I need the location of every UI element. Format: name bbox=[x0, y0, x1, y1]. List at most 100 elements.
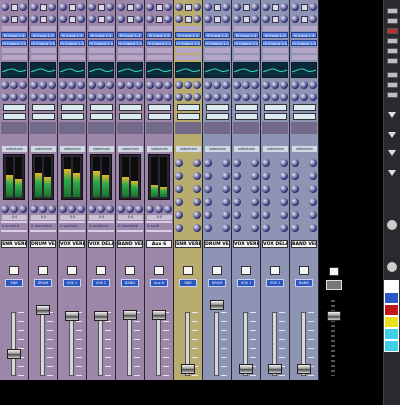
knob-icon[interactable] bbox=[30, 81, 38, 89]
eq-display[interactable] bbox=[117, 62, 143, 78]
channel-name[interactable]: VOX DELAY bbox=[262, 240, 288, 248]
comment-field[interactable] bbox=[118, 48, 143, 53]
knob-icon[interactable] bbox=[48, 15, 56, 23]
knob-icon[interactable] bbox=[59, 205, 67, 213]
knob-icon[interactable] bbox=[233, 93, 241, 101]
eq-display[interactable] bbox=[1, 62, 27, 78]
eq-display[interactable] bbox=[233, 62, 259, 78]
knob-icon[interactable] bbox=[251, 3, 259, 11]
knob-icon[interactable] bbox=[233, 3, 241, 11]
comment-field[interactable] bbox=[292, 26, 317, 31]
input-selector[interactable]: Hi Input 1-4 bbox=[117, 32, 143, 38]
knob-icon[interactable] bbox=[19, 3, 27, 11]
comment-field[interactable] bbox=[31, 55, 56, 60]
knob-icon[interactable] bbox=[175, 159, 183, 167]
knob-icon[interactable] bbox=[233, 198, 241, 206]
comment-field[interactable] bbox=[292, 55, 317, 60]
input-selector[interactable]: Hi Input 1-4 bbox=[233, 32, 259, 38]
eq-display[interactable] bbox=[175, 62, 201, 78]
eq-display[interactable] bbox=[59, 62, 85, 78]
knob-icon[interactable] bbox=[280, 172, 288, 180]
fader-handle[interactable] bbox=[36, 305, 50, 316]
toggle-button[interactable] bbox=[10, 3, 18, 11]
knob-icon[interactable] bbox=[30, 15, 38, 23]
toggle-button[interactable] bbox=[126, 15, 134, 23]
comment-field[interactable] bbox=[176, 55, 201, 60]
insert-slot[interactable] bbox=[146, 130, 172, 134]
knob-icon[interactable] bbox=[10, 93, 18, 101]
knob-icon[interactable] bbox=[39, 205, 47, 213]
comment-field[interactable] bbox=[205, 48, 230, 53]
knob-icon[interactable] bbox=[280, 81, 288, 89]
comment-field[interactable] bbox=[60, 55, 85, 60]
select-button[interactable] bbox=[9, 266, 19, 275]
knob-icon[interactable] bbox=[280, 198, 288, 206]
knob-icon[interactable] bbox=[251, 198, 259, 206]
knob-icon[interactable] bbox=[59, 93, 67, 101]
comment-field[interactable] bbox=[2, 26, 27, 31]
comment-field[interactable] bbox=[147, 26, 172, 31]
group-button[interactable]: VOX 2 bbox=[92, 279, 110, 287]
toolbar-button[interactable] bbox=[387, 48, 398, 54]
knob-icon[interactable] bbox=[222, 172, 230, 180]
knob-icon[interactable] bbox=[184, 81, 192, 89]
knob-icon[interactable] bbox=[88, 93, 96, 101]
knob-icon[interactable] bbox=[204, 81, 212, 89]
knob-icon[interactable] bbox=[291, 211, 299, 219]
knob-icon[interactable] bbox=[146, 3, 154, 11]
knob-icon[interactable] bbox=[117, 15, 125, 23]
comment-field[interactable] bbox=[234, 48, 259, 53]
knob-icon[interactable] bbox=[309, 3, 317, 11]
knob-icon[interactable] bbox=[48, 93, 56, 101]
input-selector[interactable]: Hi Input 1-4 bbox=[88, 32, 114, 38]
knob-icon[interactable] bbox=[222, 81, 230, 89]
knob-icon[interactable] bbox=[126, 93, 134, 101]
insert-slot[interactable] bbox=[1, 130, 27, 134]
knob-icon[interactable] bbox=[387, 220, 397, 230]
group-button[interactable]: BAND bbox=[295, 279, 313, 287]
toggle-button[interactable] bbox=[39, 15, 47, 23]
toggle-button[interactable] bbox=[10, 15, 18, 23]
knob-icon[interactable] bbox=[204, 198, 212, 206]
knob-icon[interactable] bbox=[204, 3, 212, 11]
channel-name[interactable]: VOX DELAY bbox=[88, 240, 114, 248]
knob-icon[interactable] bbox=[233, 81, 241, 89]
knob-icon[interactable] bbox=[88, 15, 96, 23]
knob-icon[interactable] bbox=[68, 81, 76, 89]
fader-handle[interactable] bbox=[152, 309, 166, 320]
toggle-button[interactable] bbox=[39, 3, 47, 11]
knob-icon[interactable] bbox=[68, 93, 76, 101]
toggle-button[interactable] bbox=[97, 3, 105, 11]
knob-icon[interactable] bbox=[88, 3, 96, 11]
insert-slot[interactable] bbox=[117, 130, 143, 134]
knob-icon[interactable] bbox=[48, 205, 56, 213]
knob-icon[interactable] bbox=[146, 205, 154, 213]
channel-name[interactable]: DRUM VERB bbox=[204, 240, 230, 248]
eq-display[interactable] bbox=[262, 62, 288, 78]
eq-display[interactable] bbox=[30, 62, 56, 78]
knob-icon[interactable] bbox=[222, 224, 230, 232]
knob-icon[interactable] bbox=[291, 198, 299, 206]
knob-icon[interactable] bbox=[175, 15, 183, 23]
send-name[interactable]: A voxDelay bbox=[89, 224, 114, 229]
group-button[interactable]: VOX 2 bbox=[266, 279, 284, 287]
knob-icon[interactable] bbox=[262, 15, 270, 23]
toolbar-button[interactable] bbox=[387, 8, 398, 14]
output-selector[interactable]: Hi Output 1-4 bbox=[146, 40, 172, 46]
knob-icon[interactable] bbox=[309, 15, 317, 23]
select-button[interactable] bbox=[125, 266, 135, 275]
knob-icon[interactable] bbox=[204, 211, 212, 219]
knob-icon[interactable] bbox=[97, 205, 105, 213]
output-selector[interactable]: Hi Output 1-4 bbox=[291, 40, 317, 46]
knob-icon[interactable] bbox=[88, 205, 96, 213]
knob-icon[interactable] bbox=[222, 211, 230, 219]
group-button[interactable]: BAND bbox=[121, 279, 139, 287]
comment-field[interactable] bbox=[89, 26, 114, 31]
input-selector[interactable]: Hi Input 1-4 bbox=[30, 32, 56, 38]
knob-icon[interactable] bbox=[175, 211, 183, 219]
knob-icon[interactable] bbox=[1, 93, 9, 101]
send-name[interactable]: A bandVerb bbox=[118, 224, 143, 229]
knob-icon[interactable] bbox=[117, 93, 125, 101]
toggle-button[interactable] bbox=[155, 3, 163, 11]
knob-icon[interactable] bbox=[309, 198, 317, 206]
